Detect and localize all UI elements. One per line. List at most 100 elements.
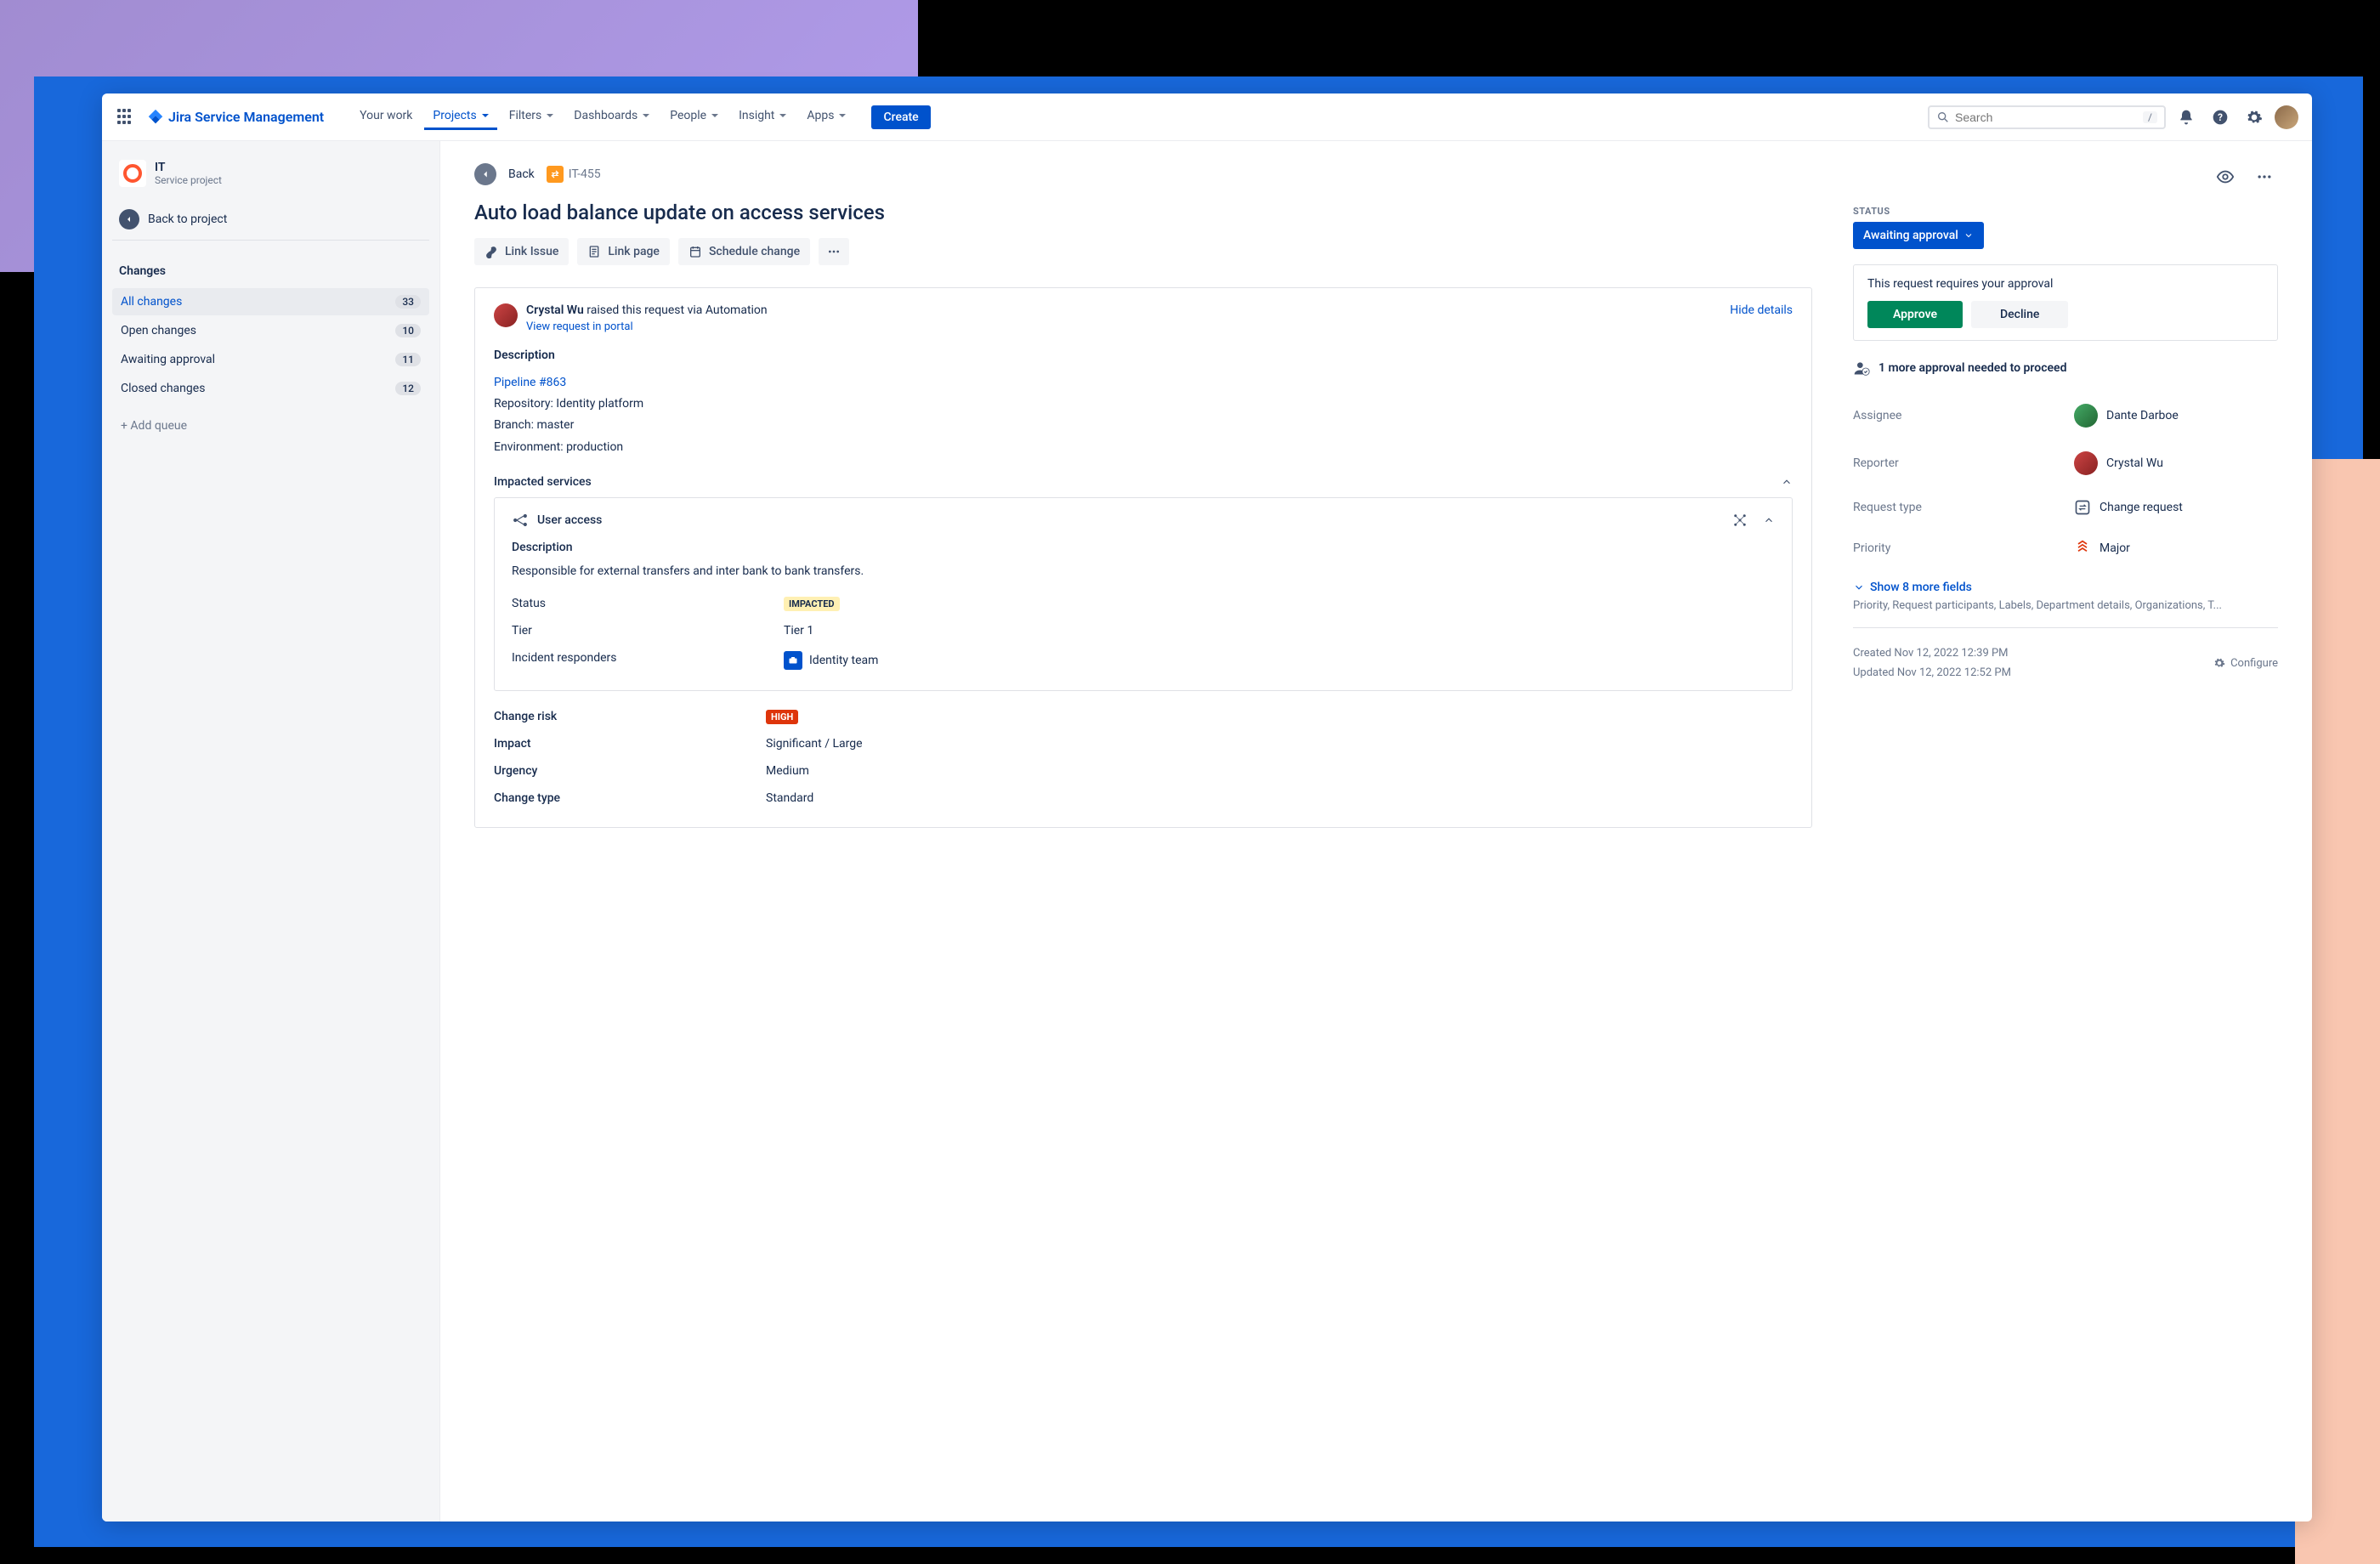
svg-text:?: ? (2218, 111, 2223, 123)
nav-your-work[interactable]: Your work (351, 104, 421, 130)
more-fields-hint: Priority, Request participants, Labels, … (1853, 599, 2278, 628)
more-actions-button[interactable] (819, 238, 849, 265)
service-desc-heading: Description (512, 541, 1775, 554)
show-more-fields[interactable]: Show 8 more fields (1853, 569, 2278, 599)
sidebar-item-closed-changes[interactable]: Closed changes 12 (112, 375, 429, 402)
chevron-down-icon (482, 114, 489, 117)
settings-icon[interactable] (2241, 104, 2268, 131)
status-dropdown[interactable]: Awaiting approval (1853, 222, 1984, 249)
responders-label: Incident responders (512, 651, 784, 670)
reporter-value[interactable]: Crystal Wu (2074, 451, 2163, 475)
issue-key-chip[interactable]: IT-455 (547, 166, 601, 183)
count-badge: 33 (395, 295, 421, 309)
app-window: Jira Service Management Your work Projec… (102, 94, 2312, 1522)
graph-icon[interactable] (1732, 513, 1748, 528)
back-label: Back (508, 167, 535, 181)
back-to-project-label: Back to project (148, 212, 227, 226)
nav-apps[interactable]: Apps (798, 104, 854, 130)
add-queue-button[interactable]: + Add queue (112, 404, 429, 433)
calendar-icon (688, 245, 702, 258)
sidebar-item-all-changes[interactable]: All changes 33 (112, 288, 429, 315)
approval-status: 1 more approval needed to proceed (1853, 360, 2278, 377)
nav-filters[interactable]: Filters (501, 104, 563, 130)
project-header: IT Service project (112, 156, 429, 197)
link-page-button[interactable]: Link page (577, 238, 670, 265)
schedule-change-button[interactable]: Schedule change (678, 238, 810, 265)
sidebar-item-open-changes[interactable]: Open changes 10 (112, 317, 429, 344)
requester-suffix: raised this request via Automation (584, 303, 768, 317)
help-icon[interactable]: ? (2207, 104, 2234, 131)
reporter-label: Reporter (1853, 456, 2074, 470)
sidebar-item-label: All changes (121, 295, 182, 309)
high-badge: HIGH (766, 710, 798, 724)
issue-key-text: IT-455 (569, 167, 601, 181)
create-button[interactable]: Create (871, 105, 930, 129)
approval-panel: This request requires your approval Appr… (1853, 264, 2278, 341)
user-avatar[interactable] (2275, 105, 2298, 129)
urgency-value: Medium (766, 764, 809, 778)
chevron-down-icon (779, 114, 786, 117)
description-heading: Description (494, 348, 1793, 362)
view-request-portal-link[interactable]: View request in portal (526, 320, 768, 333)
chevron-down-icon (711, 114, 718, 117)
impact-label: Impact (494, 737, 766, 751)
jira-icon (146, 108, 165, 127)
pipeline-link[interactable]: Pipeline #863 (494, 372, 1793, 394)
brand-text: Jira Service Management (168, 109, 324, 125)
change-type-icon (547, 166, 564, 183)
search-input[interactable] (1955, 110, 2138, 124)
nav-insight[interactable]: Insight (730, 104, 795, 130)
service-icon (512, 512, 529, 529)
team-icon (784, 651, 802, 670)
chevron-up-icon[interactable] (1763, 514, 1775, 526)
priority-major-icon (2074, 540, 2091, 557)
back-button[interactable] (474, 163, 496, 185)
requester-name: Crystal Wu (526, 303, 584, 317)
chevron-down-icon (643, 114, 649, 117)
priority-value[interactable]: Major (2074, 540, 2130, 557)
change-request-icon (2074, 499, 2091, 516)
link-icon (484, 245, 498, 258)
impact-value: Significant / Large (766, 737, 863, 751)
approval-message: This request requires your approval (1867, 277, 2264, 291)
project-icon (119, 160, 146, 187)
notifications-icon[interactable] (2173, 104, 2200, 131)
app-switcher-icon[interactable] (116, 107, 136, 128)
top-nav: Jira Service Management Your work Projec… (102, 94, 2312, 141)
sidebar: IT Service project Back to project Chang… (102, 141, 440, 1522)
priority-label: Priority (1853, 541, 2074, 555)
chevron-down-icon (1964, 230, 1974, 241)
request-type-value[interactable]: Change request (2074, 499, 2183, 516)
decline-button[interactable]: Decline (1971, 301, 2068, 328)
change-type-label: Change type (494, 791, 766, 805)
urgency-label: Urgency (494, 764, 766, 778)
configure-button[interactable]: Configure (2213, 643, 2278, 683)
nav-projects[interactable]: Projects (424, 104, 496, 130)
nav-people[interactable]: People (661, 104, 727, 130)
sidebar-item-label: Closed changes (121, 382, 205, 395)
hide-details-link[interactable]: Hide details (1730, 303, 1793, 317)
watch-icon[interactable] (2212, 163, 2239, 190)
back-to-project[interactable]: Back to project (112, 199, 429, 241)
impacted-services-toggle[interactable]: Impacted services (494, 475, 1793, 489)
impacted-badge: IMPACTED (784, 597, 840, 611)
nav-dashboards[interactable]: Dashboards (565, 104, 658, 130)
product-logo[interactable]: Jira Service Management (146, 108, 324, 127)
sidebar-item-label: Awaiting approval (121, 353, 215, 366)
service-status-label: Status (512, 597, 784, 610)
project-subtitle: Service project (155, 174, 222, 186)
assignee-value[interactable]: Dante Darboe (2074, 404, 2179, 428)
sidebar-item-awaiting-approval[interactable]: Awaiting approval 11 (112, 346, 429, 373)
more-icon[interactable] (2251, 163, 2278, 190)
created-timestamp: Created Nov 12, 2022 12:39 PM (1853, 643, 2011, 663)
search-box[interactable]: / (1928, 105, 2166, 129)
desc-branch: Branch: master (494, 415, 1793, 436)
impacted-services-label: Impacted services (494, 475, 592, 489)
approve-button[interactable]: Approve (1867, 301, 1963, 328)
person-check-icon (1853, 360, 1870, 377)
responders-value: Identity team (809, 654, 878, 667)
service-tier-value: Tier 1 (784, 624, 813, 638)
issue-title: Auto load balance update on access servi… (474, 201, 1812, 224)
chevron-up-icon (1781, 476, 1793, 488)
link-issue-button[interactable]: Link Issue (474, 238, 569, 265)
